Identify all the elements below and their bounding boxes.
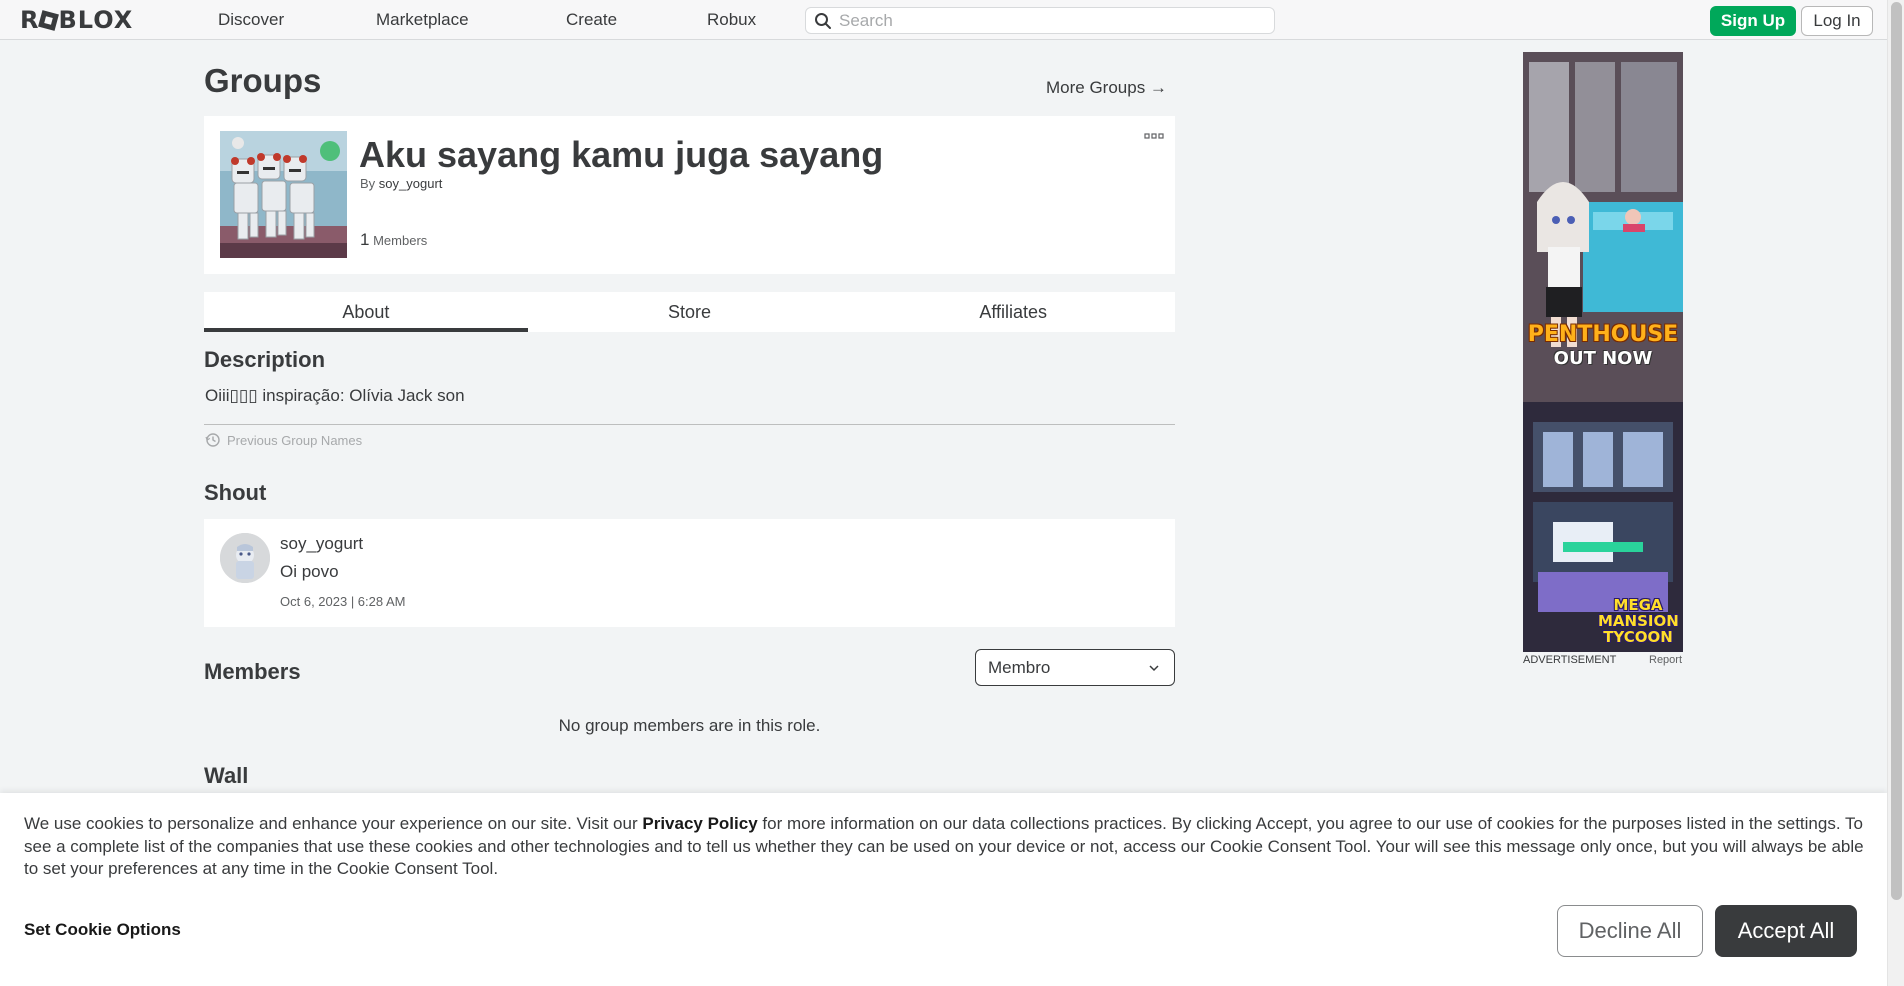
decline-all-button[interactable]: Decline All: [1557, 905, 1703, 957]
search-input[interactable]: [839, 10, 1259, 31]
wall-heading: Wall: [204, 763, 249, 788]
previous-group-names-label: Previous Group Names: [227, 432, 363, 448]
shout-card: soy_yogurt Oi povo Oct 6, 2023 | 6:28 AM: [204, 519, 1175, 627]
more-groups-link[interactable]: More Groups →: [1046, 78, 1167, 98]
sign-up-button[interactable]: Sign Up: [1710, 6, 1796, 36]
shout-heading: Shout: [204, 480, 267, 505]
group-owner-link[interactable]: soy_yogurt: [379, 176, 443, 191]
group-name: Aku sayang kamu juga sayang: [359, 134, 884, 175]
role-dropdown-value: Membro: [988, 657, 1051, 677]
nav-robux[interactable]: Robux: [707, 10, 756, 30]
page-scrollbar[interactable]: [1887, 0, 1904, 986]
nav-create[interactable]: Create: [566, 10, 617, 30]
group-tabs: About Store Affiliates: [204, 292, 1175, 332]
page-title: Groups: [204, 62, 322, 99]
ad-report-link[interactable]: Report: [1649, 654, 1682, 666]
avatar[interactable]: [220, 533, 270, 583]
group-owner-line: By soy_yogurt: [360, 176, 442, 191]
cookie-consent-banner: We use cookies to personalize and enhanc…: [0, 793, 1887, 986]
nav-marketplace[interactable]: Marketplace: [376, 10, 469, 30]
group-emblem-image: [220, 131, 347, 258]
ad-subheadline: OUT NOW: [1553, 348, 1653, 369]
description-text: Oiii▯▯▯ inspiração: Olívia Jack son: [205, 386, 465, 405]
scrollbar-thumb[interactable]: [1891, 2, 1902, 900]
search-icon: [815, 13, 831, 29]
member-count-number: 1: [360, 230, 370, 249]
group-member-count: 1 Members: [360, 230, 427, 250]
cookie-text-before: We use cookies to personalize and enhanc…: [24, 814, 643, 833]
cookie-message: We use cookies to personalize and enhanc…: [24, 813, 1869, 881]
tab-store[interactable]: Store: [528, 292, 852, 332]
ad-headline: PENTHOUSE: [1527, 322, 1679, 347]
chevron-down-icon: [1149, 665, 1159, 672]
advertisement-banner[interactable]: PENTHOUSE OUT NOW MEGA MANSION TYCOON: [1523, 52, 1683, 652]
set-cookie-options-link[interactable]: Set Cookie Options: [24, 920, 181, 940]
privacy-policy-link[interactable]: Privacy Policy: [642, 814, 757, 833]
history-icon: [205, 433, 220, 447]
accept-all-button[interactable]: Accept All: [1715, 905, 1857, 957]
ad-game-title: MEGA MANSION TYCOON: [1598, 596, 1679, 646]
nav-discover[interactable]: Discover: [218, 10, 284, 30]
role-dropdown[interactable]: Membro: [975, 649, 1175, 686]
tab-about[interactable]: About: [204, 292, 528, 332]
shout-message: Oi povo: [280, 562, 339, 581]
member-count-label: Members: [373, 233, 428, 248]
shout-username[interactable]: soy_yogurt: [280, 534, 363, 554]
more-options-icon[interactable]: [1144, 130, 1164, 142]
previous-group-names-link[interactable]: Previous Group Names: [205, 432, 362, 448]
top-navigation-bar: R BLOX Discover Marketplace Create Robux …: [0, 0, 1887, 40]
by-prefix: By: [360, 176, 376, 191]
description-heading: Description: [204, 347, 326, 372]
search-box: [805, 7, 1275, 34]
tab-affiliates[interactable]: Affiliates: [851, 292, 1175, 332]
group-header-card: Aku sayang kamu juga sayang By soy_yogur…: [204, 116, 1175, 274]
log-in-button[interactable]: Log In: [1801, 6, 1873, 36]
members-heading: Members: [204, 659, 301, 684]
shout-timestamp: Oct 6, 2023 | 6:28 AM: [280, 594, 406, 609]
divider: [204, 424, 1175, 425]
advertisement-label: ADVERTISEMENT: [1523, 654, 1617, 666]
no-members-message: No group members are in this role.: [558, 716, 821, 735]
roblox-logo[interactable]: R BLOX: [20, 6, 133, 34]
